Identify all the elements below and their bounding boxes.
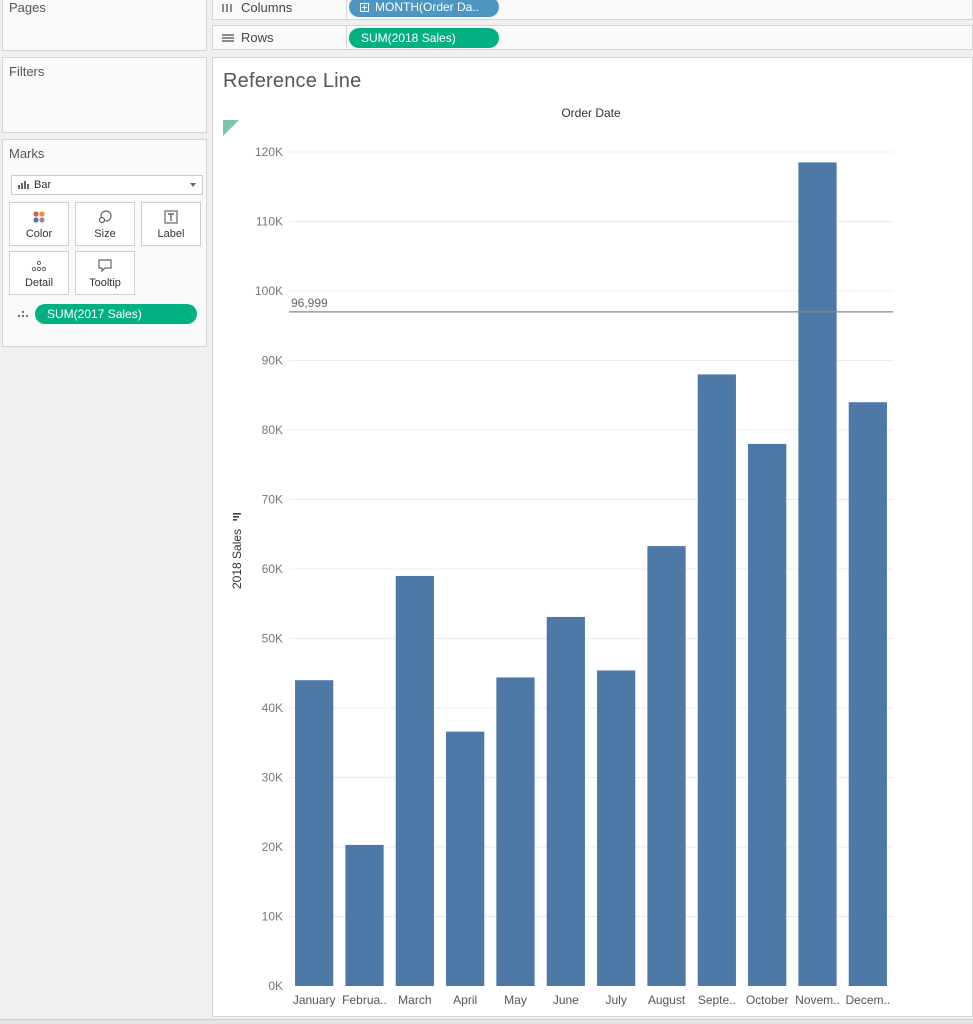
size-button[interactable]: Size xyxy=(75,202,135,246)
expand-plus-icon[interactable] xyxy=(360,3,369,12)
chevron-down-icon xyxy=(190,183,196,187)
pages-title: Pages xyxy=(9,0,46,15)
tooltip-button[interactable]: Tooltip xyxy=(75,251,135,295)
x-tick-label: March xyxy=(398,993,431,1007)
bar-6 xyxy=(546,616,585,986)
columns-shelf-label: Columns xyxy=(213,0,347,19)
bar-8 xyxy=(647,546,686,986)
y-tick-label: 110K xyxy=(256,215,283,229)
bar-2 xyxy=(345,844,384,986)
x-tick-label: May xyxy=(504,993,527,1007)
label-button[interactable]: Label xyxy=(141,202,201,246)
columns-field-pill[interactable]: MONTH(Order Da.. xyxy=(349,0,499,17)
tooltip-label: Tooltip xyxy=(89,277,121,289)
columns-label-text: Columns xyxy=(241,0,293,15)
y-tick-label: 70K xyxy=(262,493,283,507)
x-tick-label: October xyxy=(746,993,789,1007)
size-icon xyxy=(98,210,112,224)
x-tick-label: August xyxy=(648,993,686,1007)
columns-icon xyxy=(222,3,232,12)
marks-card: Marks Bar Color Size Label Detail Toolti… xyxy=(2,139,207,347)
x-tick-label: April xyxy=(453,993,477,1007)
y-tick-label: 100K xyxy=(255,284,283,298)
bar-chart-icon xyxy=(18,181,29,189)
corner-marker-icon xyxy=(223,120,239,136)
x-tick-label: January xyxy=(293,993,336,1007)
x-tick-label: July xyxy=(605,993,626,1007)
filters-card[interactable]: Filters xyxy=(2,57,207,133)
y-tick-label: 120K xyxy=(255,145,283,159)
mark-type-dropdown[interactable]: Bar xyxy=(11,175,203,195)
color-button[interactable]: Color xyxy=(9,202,69,246)
y-axis-title: 2018 Sales xyxy=(230,529,244,589)
x-tick-label: Februa.. xyxy=(342,993,387,1007)
x-tick-label: Decem.. xyxy=(845,993,890,1007)
columns-shelf[interactable]: Columns MONTH(Order Da.. xyxy=(212,0,973,20)
x-tick-label: June xyxy=(553,993,579,1007)
column-header: Order Date xyxy=(561,106,621,120)
y-tick-label: 50K xyxy=(262,632,283,646)
detail-label: Detail xyxy=(24,277,54,289)
bar-chart[interactable]: 0K 10K 20K 30K 40K 50K 60K 70K 80K 90K 100K 110K 120… xyxy=(213,58,972,1016)
y-tick-label: 30K xyxy=(262,771,283,785)
rows-icon xyxy=(222,33,234,42)
bar-4 xyxy=(446,731,485,986)
y-tick-label: 0K xyxy=(268,979,283,993)
rows-shelf-label: Rows xyxy=(213,26,347,49)
label-label: Label xyxy=(157,228,185,240)
pages-card[interactable]: Pages xyxy=(2,0,207,51)
tableau-workspace: Pages Filters Marks Bar Color Size Label… xyxy=(0,0,973,1024)
x-tick-label: Novem.. xyxy=(795,993,840,1007)
y-tick-label: 90K xyxy=(262,354,283,368)
marks-title: Marks xyxy=(9,146,45,161)
y-tick-label: 60K xyxy=(262,562,283,576)
filters-title: Filters xyxy=(9,64,45,79)
detail-field-pill[interactable]: SUM(2017 Sales) xyxy=(35,304,197,324)
bar-9 xyxy=(697,374,736,986)
worksheet-view: Reference Line 0K 10K 20K 30K 40K 50K 60K 70K 80… xyxy=(212,57,973,1017)
y-tick-label: 20K xyxy=(262,840,283,854)
detail-button[interactable]: Detail xyxy=(9,251,69,295)
detail-icon xyxy=(31,260,47,272)
bar-3 xyxy=(395,575,434,986)
rows-shelf[interactable]: Rows SUM(2018 Sales) xyxy=(212,25,973,50)
detail-field-icon xyxy=(17,310,29,318)
y-tick-label: 40K xyxy=(262,701,283,715)
reference-line-label: 96,999 xyxy=(291,296,328,310)
tooltip-icon xyxy=(98,259,112,273)
color-icon xyxy=(33,211,45,223)
text-label-icon xyxy=(164,210,178,224)
bar-1 xyxy=(295,680,334,986)
bar-5 xyxy=(496,677,535,986)
bar-10 xyxy=(748,443,787,986)
x-tick-label: Septe.. xyxy=(698,993,736,1007)
size-label: Size xyxy=(94,228,116,240)
mark-type-label: Bar xyxy=(34,179,52,191)
y-tick-label: 80K xyxy=(262,423,283,437)
rows-label-text: Rows xyxy=(241,30,274,45)
bar-11 xyxy=(798,162,837,987)
rows-field-pill[interactable]: SUM(2018 Sales) xyxy=(349,28,499,48)
columns-pill-text: MONTH(Order Da.. xyxy=(375,0,480,14)
sheet-tabs-bar xyxy=(0,1019,973,1024)
y-tick-label: 10K xyxy=(262,910,283,924)
color-label: Color xyxy=(25,228,53,240)
bar-7 xyxy=(597,670,636,986)
bar-12 xyxy=(848,402,887,986)
sort-icon[interactable] xyxy=(233,513,241,521)
